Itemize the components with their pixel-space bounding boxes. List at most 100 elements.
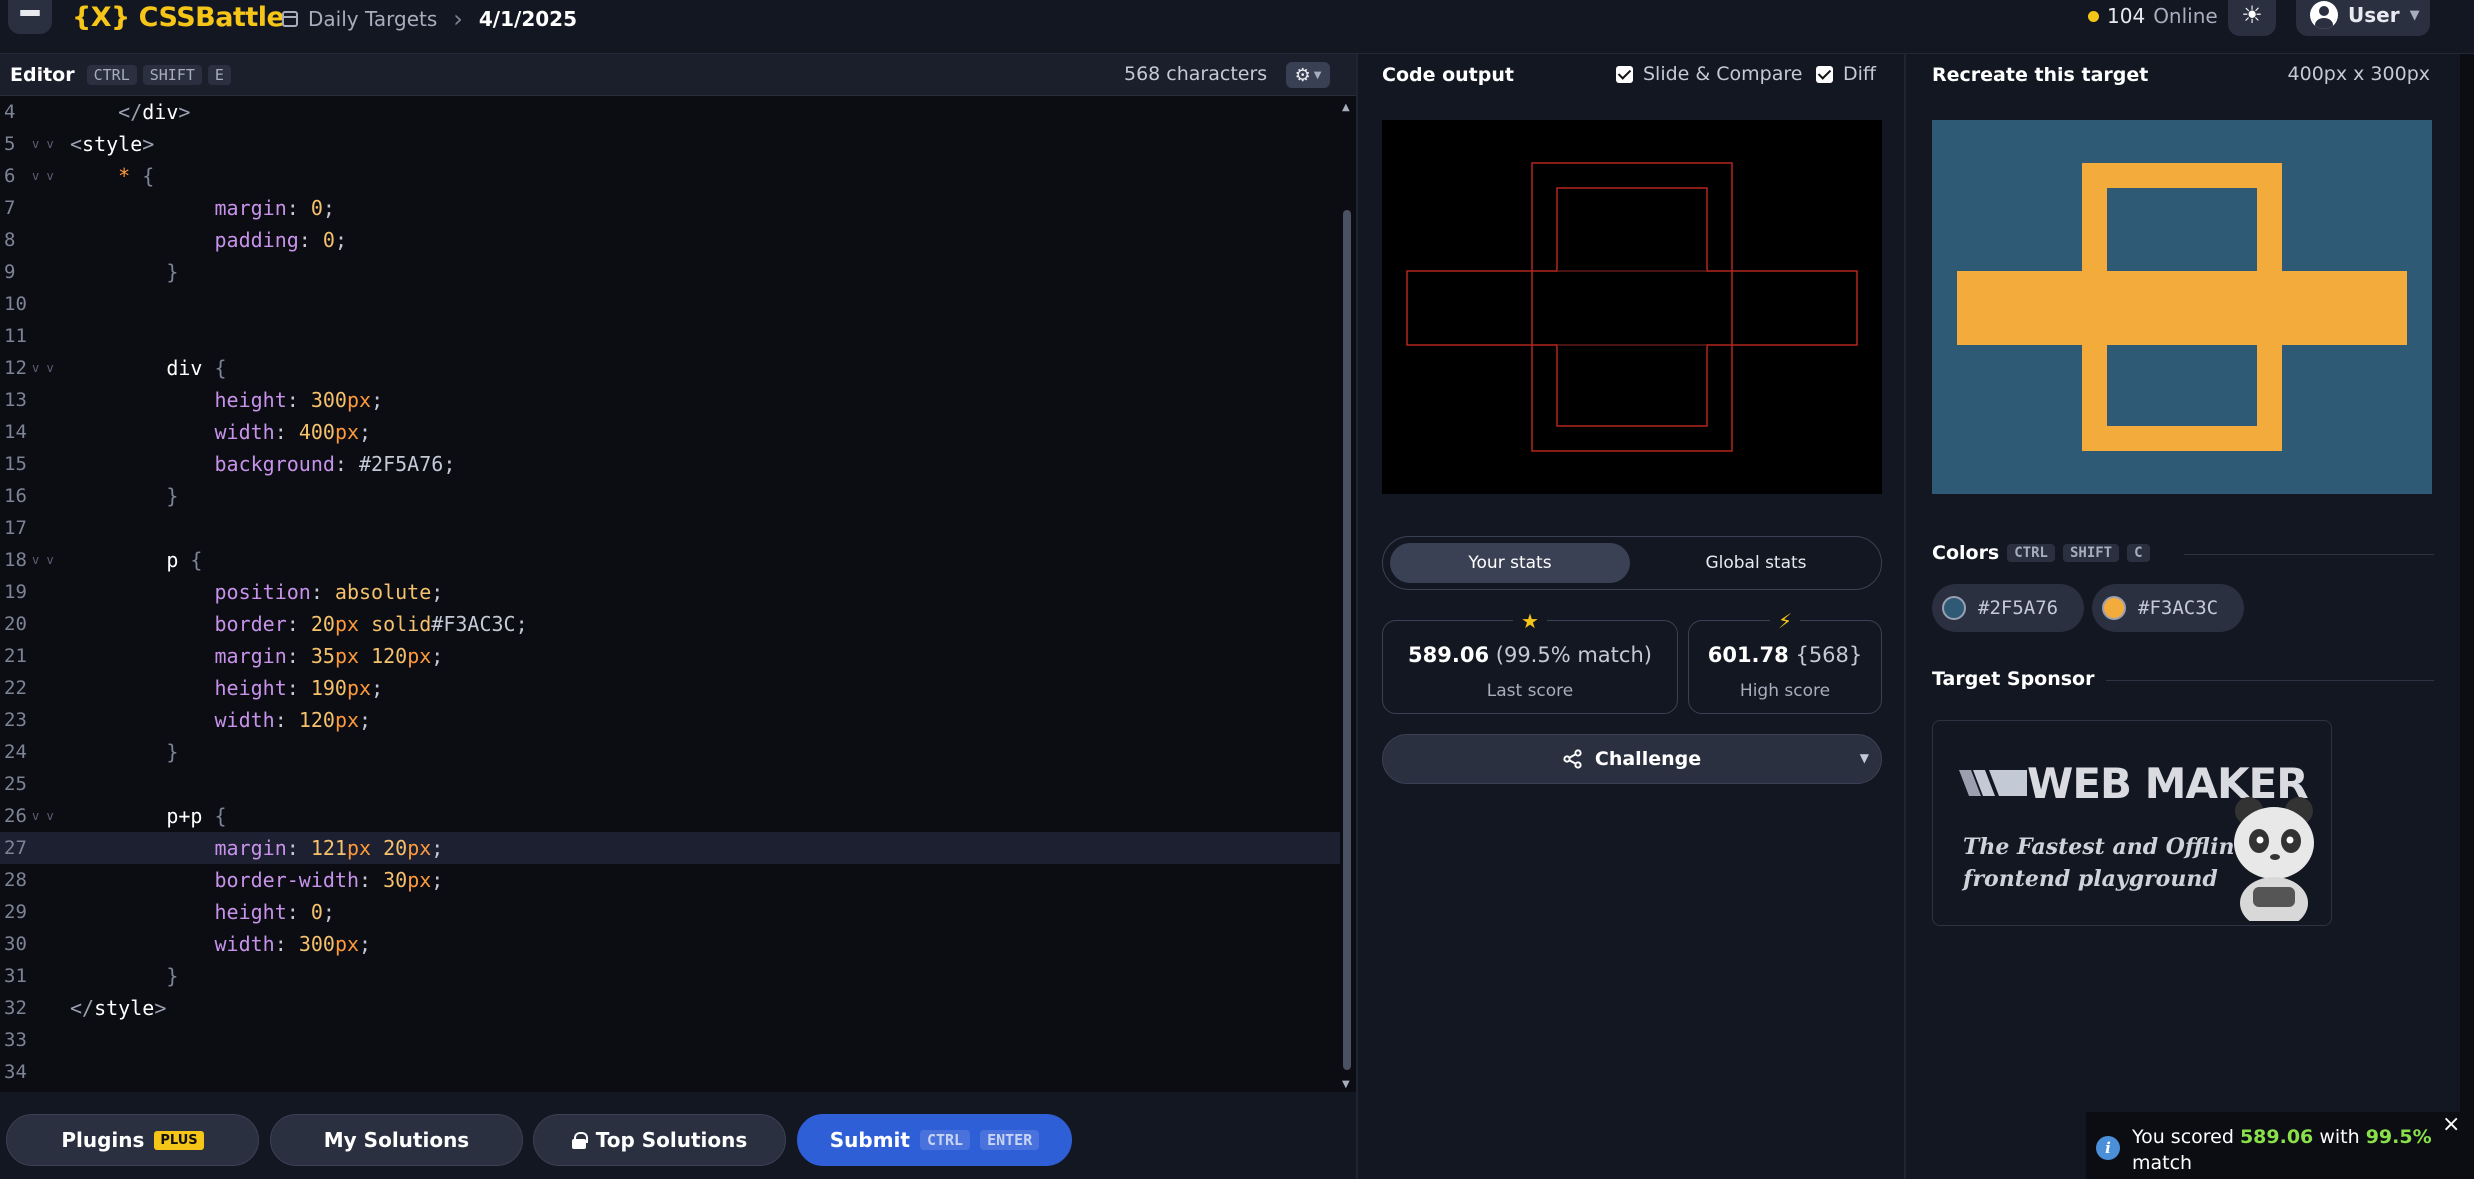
editor-settings-button[interactable]: ⚙ ▼ <box>1286 62 1330 88</box>
code-line[interactable]: 33 <box>0 1024 1340 1056</box>
color-swatch[interactable]: #2F5A76 <box>1932 584 2084 632</box>
code-line[interactable]: 27 margin: 121px 20px; <box>0 832 1340 864</box>
code-text: p { <box>166 548 203 572</box>
line-number: 5 <box>4 133 16 155</box>
code-line[interactable]: 19 position: absolute; <box>0 576 1340 608</box>
diff-option[interactable]: Diff <box>1816 63 1876 85</box>
code-line[interactable]: 18 v v p { <box>0 544 1340 576</box>
color-hex: #2F5A76 <box>1978 597 2059 619</box>
output-header: Code output Slide & Compare Diff <box>1358 54 1904 96</box>
theme-toggle-button[interactable]: ☀ <box>2228 0 2276 36</box>
line-number: 19 <box>4 581 27 603</box>
colors-title: Colors <box>1932 542 2000 564</box>
target-header: Recreate this target 400px x 300px <box>1906 54 2460 96</box>
editor-title: Editor <box>10 63 75 86</box>
checkbox-checked-icon[interactable] <box>1616 65 1633 83</box>
code-line[interactable]: 5 v v <style> <box>0 128 1340 160</box>
top-bar: {X} CSSBattle Daily Targets › 4/1/2025 1… <box>0 0 2474 54</box>
fold-chevron-icon[interactable]: v v <box>32 544 54 576</box>
code-line[interactable]: 7 margin: 0; <box>0 192 1340 224</box>
scroll-up-icon[interactable]: ▲ <box>1342 102 1350 113</box>
code-line[interactable]: 6 v v * { <box>0 160 1340 192</box>
code-line[interactable]: 23 width: 120px; <box>0 704 1340 736</box>
my-solutions-button[interactable]: My Solutions <box>270 1114 523 1166</box>
shortcut-key: CTRL <box>86 64 137 85</box>
diff-overlay <box>1406 162 1858 452</box>
close-icon[interactable]: × <box>2442 1112 2460 1137</box>
code-line[interactable]: 17 <box>0 512 1340 544</box>
submit-button[interactable]: Submit CTRL ENTER <box>797 1114 1072 1166</box>
editor-scrollbar[interactable]: ▲ ▼ <box>1340 100 1354 1092</box>
code-line[interactable]: 12 v v div { <box>0 352 1340 384</box>
challenge-button[interactable]: Challenge ▼ <box>1382 734 1882 784</box>
slide-compare-option[interactable]: Slide & Compare <box>1616 63 1802 85</box>
checkbox-checked-icon[interactable] <box>1816 65 1833 83</box>
code-line[interactable]: 32 </style> <box>0 992 1340 1024</box>
code-line[interactable]: 20 border: 20px solid#F3AC3C; <box>0 608 1340 640</box>
user-menu-button[interactable]: User ▼ <box>2296 0 2430 36</box>
code-line[interactable]: 28 border-width: 30px; <box>0 864 1340 896</box>
tab-global-stats[interactable]: Global stats <box>1637 543 1875 583</box>
submit-label: Submit <box>829 1128 910 1152</box>
code-text: margin: 121px 20px; <box>214 836 444 860</box>
lightning-icon: ⚡ <box>1769 609 1801 633</box>
code-line[interactable]: 14 width: 400px; <box>0 416 1340 448</box>
code-text: } <box>166 260 179 284</box>
scrollbar-thumb[interactable] <box>1343 210 1351 1070</box>
editor-header: Editor CTRL SHIFT E 568 characters ⚙ ▼ <box>0 54 1356 96</box>
top-solutions-button[interactable]: Top Solutions <box>533 1114 786 1166</box>
tab-your-stats[interactable]: Your stats <box>1390 543 1630 583</box>
code-line[interactable]: 26 v v p+p { <box>0 800 1340 832</box>
fold-chevron-icon[interactable]: v v <box>32 128 54 160</box>
line-number: 21 <box>4 645 27 667</box>
target-image[interactable] <box>1932 120 2432 494</box>
code-text: } <box>166 964 179 988</box>
shortcut-key: SHIFT <box>142 64 202 85</box>
fold-chevron-icon[interactable]: v v <box>32 800 54 832</box>
code-line[interactable]: 4 </div> <box>0 96 1340 128</box>
caret-down-icon[interactable]: ▼ <box>1860 751 1869 765</box>
colors-section-title: Colors CTRL SHIFT C <box>1932 542 2150 564</box>
code-line[interactable]: 15 background: #2F5A76; <box>0 448 1340 480</box>
code-line[interactable]: 34 <box>0 1056 1340 1088</box>
challenge-label: Challenge <box>1594 748 1702 770</box>
breadcrumb-section[interactable]: Daily Targets <box>308 7 437 31</box>
code-line[interactable]: 25 <box>0 768 1340 800</box>
plugins-button[interactable]: Plugins PLUS <box>6 1114 259 1166</box>
menu-button[interactable] <box>8 0 52 34</box>
scroll-down-icon[interactable]: ▼ <box>1342 1079 1350 1090</box>
code-editor[interactable]: 4 </div> 5 v v <style> 6 v v * {7 margin: 0; 8… <box>0 96 1340 1092</box>
code-line[interactable]: 10 <box>0 288 1340 320</box>
code-output-canvas[interactable] <box>1382 120 1882 494</box>
line-number: 12 <box>4 357 27 379</box>
color-swatch[interactable]: #F3AC3C <box>2092 584 2244 632</box>
color-hex: #F3AC3C <box>2138 597 2219 619</box>
code-line[interactable]: 9 } <box>0 256 1340 288</box>
shortcut-key: E <box>207 64 231 85</box>
code-line[interactable]: 22 height: 190px; <box>0 672 1340 704</box>
code-line[interactable]: 13 height: 300px; <box>0 384 1340 416</box>
shortcut-key: ENTER <box>980 1130 1040 1150</box>
code-line[interactable]: 29 height: 0; <box>0 896 1340 928</box>
code-text: width: 300px; <box>214 932 372 956</box>
code-line[interactable]: 31 } <box>0 960 1340 992</box>
code-line[interactable]: 24 } <box>0 736 1340 768</box>
caret-down-icon: ▼ <box>1313 69 1322 81</box>
code-line[interactable]: 16 } <box>0 480 1340 512</box>
lock-icon <box>571 1132 588 1149</box>
logo[interactable]: {X} CSSBattle <box>72 2 285 33</box>
code-line[interactable]: 11 <box>0 320 1340 352</box>
code-line[interactable]: 30 width: 300px; <box>0 928 1340 960</box>
fold-chevron-icon[interactable]: v v <box>32 160 54 192</box>
score-toast: i You scored 589.06 with 99.5% match × <box>2086 1112 2474 1179</box>
line-number: 30 <box>4 933 27 955</box>
sponsor-banner[interactable]: WEB MAKER The Fastest and Offline fronte… <box>1932 720 2332 926</box>
code-line[interactable]: 8 padding: 0; <box>0 224 1340 256</box>
code-text: p+p { <box>166 804 227 828</box>
code-text: </div> <box>118 100 191 124</box>
high-score-card: ⚡ 601.78 {568} High score <box>1688 609 1882 714</box>
line-number: 8 <box>4 229 16 251</box>
line-number: 32 <box>4 997 27 1019</box>
fold-chevron-icon[interactable]: v v <box>32 352 54 384</box>
code-line[interactable]: 21 margin: 35px 120px; <box>0 640 1340 672</box>
